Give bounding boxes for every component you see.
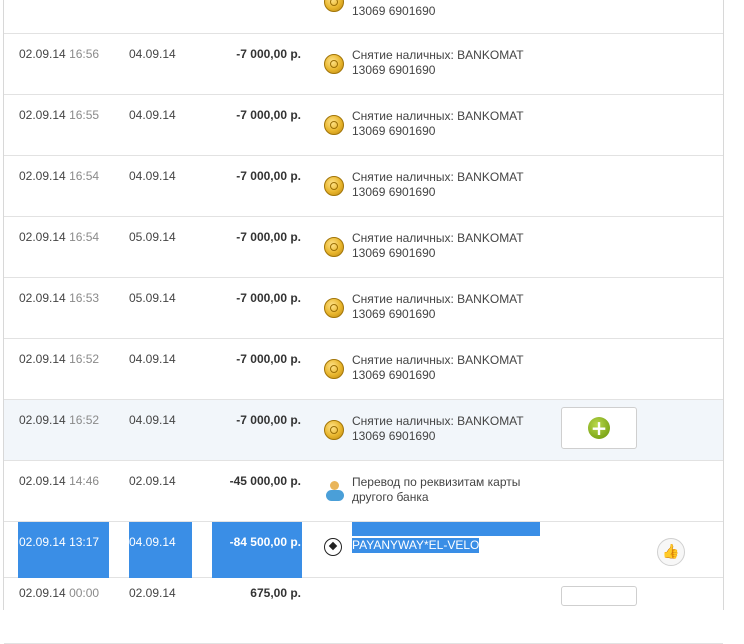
coin-icon [324, 54, 346, 76]
table-row[interactable]: 02.09.14 14:46 02.09.14 -45 000,00 р. Перев… [4, 461, 723, 522]
operation-datetime: 02.09.14 16:54 [19, 230, 99, 245]
posting-date: 04.09.14 [129, 47, 176, 61]
table-row[interactable]: 02.09.14 16:55 04.09.14 -7 000,00 р. Снятие… [4, 95, 723, 156]
amount: -7 000,00 р. [236, 291, 301, 305]
thumbs-up-icon[interactable]: 👍 [657, 538, 685, 566]
operation-date: 02.09.14 [19, 474, 66, 488]
operation-date: 02.09.14 [19, 352, 66, 366]
transaction-description: PAYANYWAY*EL-VELO [352, 538, 480, 553]
plus-icon: + [588, 417, 610, 439]
row-action-button[interactable] [561, 586, 637, 606]
transaction-description: Снятие наличных: BANKOMAT 13069 6901690 [352, 109, 524, 138]
table-row[interactable]: 02.09.14 16:53 05.09.14 -7 000,00 р. Снятие… [4, 278, 723, 339]
operation-date: 02.09.14 [19, 108, 66, 122]
table-row[interactable]: 02.09.14 16:52 04.09.14 -7 000,00 р. Снятие… [4, 339, 723, 400]
amount: -7 000,00 р. [236, 169, 301, 183]
table-row[interactable]: 02.09.14 16:54 04.09.14 -7 000,00 р. Снятие… [4, 156, 723, 217]
transaction-description: 13069 6901690 [352, 4, 436, 18]
operation-datetime: 02.09.14 16:53 [19, 291, 99, 306]
operation-time: 14:46 [69, 474, 100, 488]
selection-highlight [212, 522, 302, 578]
amount: 675,00 р. [250, 586, 301, 600]
operation-datetime: 02.09.14 16:56 [19, 47, 99, 62]
posting-date: 05.09.14 [129, 291, 176, 305]
posting-date: 05.09.14 [129, 230, 176, 244]
operation-datetime: 02.09.14 16:52 [19, 413, 99, 428]
operation-date: 02.09.14 [19, 291, 66, 305]
transaction-description: Снятие наличных: BANKOMAT 13069 6901690 [352, 353, 524, 382]
posting-date: 04.09.14 [129, 535, 176, 549]
amount: -7 000,00 р. [236, 352, 301, 366]
table-row[interactable]: 02.09.14 00:00 02.09.14 675,00 р. [4, 583, 723, 644]
operation-time: 16:56 [69, 47, 100, 61]
operation-time: 16:52 [69, 413, 100, 427]
selection-highlight [129, 522, 192, 578]
table-row[interactable]: 02.09.14 16:54 05.09.14 -7 000,00 р. Снятие… [4, 217, 723, 278]
operation-datetime: 02.09.14 00:00 [19, 586, 99, 601]
coin-icon [324, 359, 346, 381]
operation-date: 02.09.14 [19, 535, 66, 549]
operation-date: 02.09.14 [19, 413, 66, 427]
transaction-description: Снятие наличных: BANKOMAT 13069 6901690 [352, 170, 524, 199]
posting-date: 02.09.14 [129, 474, 176, 488]
selection-highlight [352, 522, 540, 536]
operation-time: 16:55 [69, 108, 100, 122]
operation-datetime: 02.09.14 13:17 [19, 535, 99, 550]
transactions-list: 13069 6901690 02.09.14 16:56 04.09.14 -7 00… [3, 0, 724, 644]
operation-datetime: 02.09.14 16:52 [19, 352, 99, 367]
soccer-ball-icon [324, 538, 346, 560]
operation-datetime: 02.09.14 16:55 [19, 108, 99, 123]
coin-icon [324, 0, 346, 14]
table-row[interactable]: 02.09.14 13:17 04.09.14 -84 500,00 р. PAYAN… [4, 522, 723, 578]
coin-icon [324, 420, 346, 442]
operation-datetime: 02.09.14 16:54 [19, 169, 99, 184]
operation-time: 16:54 [69, 169, 100, 183]
amount: -7 000,00 р. [236, 47, 301, 61]
amount: -7 000,00 р. [236, 230, 301, 244]
operation-time: 16:52 [69, 352, 100, 366]
transaction-description: Снятие наличных: BANKOMAT 13069 6901690 [352, 48, 524, 77]
coin-icon [324, 237, 346, 259]
amount: -45 000,00 р. [229, 474, 301, 488]
coin-icon [324, 176, 346, 198]
posting-date: 04.09.14 [129, 413, 176, 427]
posting-date: 02.09.14 [129, 586, 176, 600]
operation-time: 16:53 [69, 291, 100, 305]
transaction-description: Перевод по реквизитам карты другого банк… [352, 475, 521, 504]
table-row[interactable]: 02.09.14 16:52 04.09.14 -7 000,00 р. Снятие… [4, 400, 723, 461]
coin-icon [324, 298, 346, 320]
operation-time: 00:00 [69, 586, 100, 600]
operation-date: 02.09.14 [19, 230, 66, 244]
transaction-description: Снятие наличных: BANKOMAT 13069 6901690 [352, 414, 524, 443]
table-row[interactable]: 13069 6901690 [4, 0, 723, 34]
operation-date: 02.09.14 [19, 47, 66, 61]
coin-icon [324, 115, 346, 137]
table-row[interactable]: 02.09.14 16:56 04.09.14 -7 000,00 р. Снятие… [4, 34, 723, 95]
piggy-bank-icon [324, 481, 346, 503]
operation-date: 02.09.14 [19, 586, 66, 600]
amount: -7 000,00 р. [236, 413, 301, 427]
posting-date: 04.09.14 [129, 108, 176, 122]
operation-date: 02.09.14 [19, 169, 66, 183]
posting-date: 04.09.14 [129, 169, 176, 183]
amount: -7 000,00 р. [236, 108, 301, 122]
operation-time: 13:17 [69, 535, 100, 549]
operation-time: 16:54 [69, 230, 100, 244]
amount: -84 500,00 р. [229, 535, 301, 549]
transaction-description: Снятие наличных: BANKOMAT 13069 6901690 [352, 231, 524, 260]
add-button[interactable]: + [561, 407, 637, 449]
operation-datetime: 02.09.14 14:46 [19, 474, 99, 489]
transaction-description: Снятие наличных: BANKOMAT 13069 6901690 [352, 292, 524, 321]
selection-highlight [18, 522, 109, 578]
posting-date: 04.09.14 [129, 352, 176, 366]
